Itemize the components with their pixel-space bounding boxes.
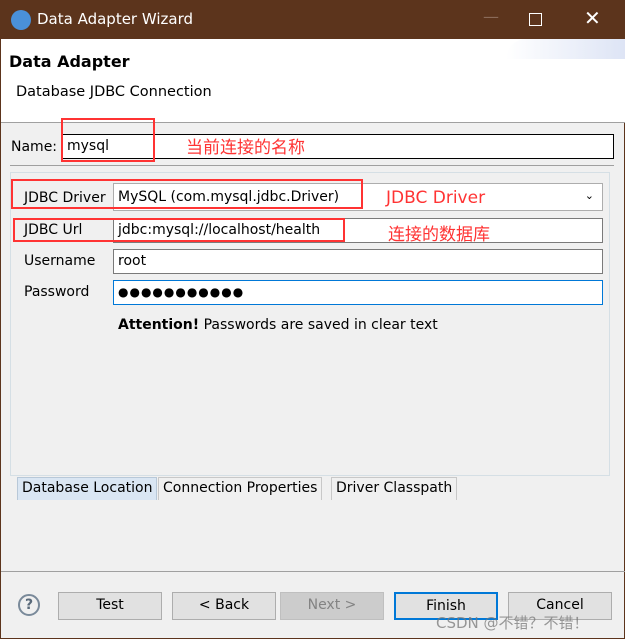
tab-connection-properties[interactable]: Connection Properties [158,477,323,500]
divider [10,165,614,166]
annotation-driver: JDBC Driver [386,188,486,208]
help-icon[interactable]: ? [18,594,40,616]
username-label: Username [24,253,96,269]
attention-text: Passwords are saved in clear text [199,317,438,333]
back-button[interactable]: < Back [172,592,276,620]
annotation-name: 当前连接的名称 [186,138,305,158]
annotation-box-name [61,118,155,162]
name-label: Name: [11,139,58,155]
app-icon [11,10,31,30]
close-button[interactable]: ✕ [584,6,601,30]
minimize-button[interactable]: — [471,7,511,26]
next-button[interactable]: Next > [280,592,384,620]
page-subtitle: Database JDBC Connection [16,84,212,100]
window-title: Data Adapter Wizard [37,10,194,28]
tab-driver-classpath[interactable]: Driver Classpath [331,477,458,500]
title-bar: Data Adapter Wizard — ✕ [1,1,625,39]
password-input[interactable]: ●●●●●●●●●●● [113,280,603,305]
username-input[interactable]: root [113,249,603,274]
divider [1,571,625,572]
chevron-down-icon: ⌄ [584,189,594,202]
test-button[interactable]: Test [58,592,162,620]
page-title: Data Adapter [9,52,130,71]
watermark: CSDN @不错？不错！ [436,614,589,632]
annotation-box-url [13,218,345,242]
attention-note: Attention! Passwords are saved in clear … [118,317,438,333]
annotation-url: 连接的数据库 [388,225,490,245]
annotation-box-driver [11,179,363,209]
tab-database-location[interactable]: Database Location [17,477,158,500]
wizard-header: Data Adapter Database JDBC Connection [1,39,625,123]
maximize-button[interactable] [529,13,542,26]
password-label: Password [24,284,90,300]
attention-bold: Attention! [118,317,200,333]
